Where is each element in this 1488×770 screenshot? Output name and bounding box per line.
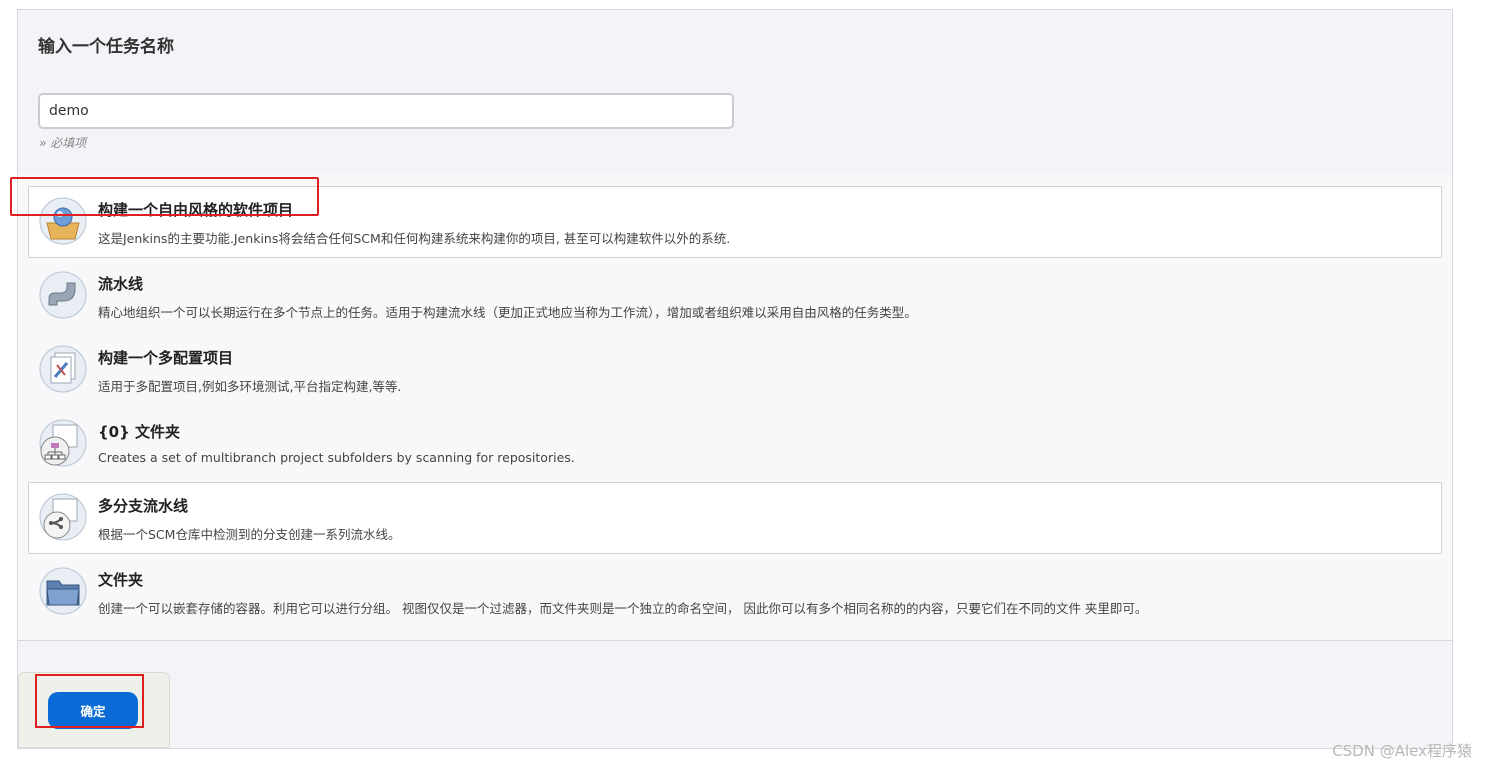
item-type-desc: 适用于多配置项目,例如多环境测试,平台指定构建,等等. (98, 379, 402, 394)
item-type-label: 构建一个多配置项目 (98, 349, 234, 367)
item-type-desc: 这是Jenkins的主要功能.Jenkins将会结合任何SCM和任何构建系统来构… (98, 231, 731, 246)
item-type-desc: 根据一个SCM仓库中检测到的分支创建一系列流水线。 (98, 527, 401, 542)
watermark: CSDN @Alex程序猿 (1332, 742, 1472, 760)
item-type-multi-config[interactable]: 构建一个多配置项目 适用于多配置项目,例如多环境测试,平台指定构建,等等. (28, 334, 1442, 406)
item-type-label: 多分支流水线 (98, 497, 189, 515)
pipeline-icon (39, 271, 87, 319)
highlight-annotation-ok (35, 674, 144, 728)
multi-config-project-icon (39, 345, 87, 393)
item-type-pipeline[interactable]: 流水线 精心地组织一个可以长期运行在多个节点上的任务。适用于构建流水线（更加正式… (28, 260, 1442, 332)
highlight-annotation-item (10, 177, 319, 216)
item-type-multibranch-pipeline[interactable]: 多分支流水线 根据一个SCM仓库中检测到的分支创建一系列流水线。 (28, 482, 1442, 554)
new-item-panel: 输入一个任务名称 » 必填项 构建一个自由风格的软件项目 这是Jenkins的主… (17, 9, 1453, 749)
item-name-section: 输入一个任务名称 » 必填项 (18, 10, 1452, 175)
folder-icon (39, 567, 87, 615)
organization-folder-icon (39, 419, 87, 467)
item-type-label: 文件夹 (98, 571, 144, 589)
item-type-organization-folder[interactable]: {0} 文件夹 Creates a set of multibranch pro… (28, 408, 1442, 480)
item-type-label: 流水线 (98, 275, 144, 293)
required-hint: » 必填项 (39, 136, 87, 150)
item-type-label: {0} 文件夹 (98, 423, 181, 441)
item-type-desc: 精心地组织一个可以长期运行在多个节点上的任务。适用于构建流水线（更加正式地应当称… (98, 305, 917, 320)
page-title: 输入一个任务名称 (38, 37, 174, 57)
item-type-list: 构建一个自由风格的软件项目 这是Jenkins的主要功能.Jenkins将会结合… (18, 174, 1452, 641)
multibranch-pipeline-icon (39, 493, 87, 541)
item-type-folder[interactable]: 文件夹 创建一个可以嵌套存储的容器。利用它可以进行分组。 视图仅仅是一个过滤器，… (28, 556, 1442, 628)
item-type-desc: 创建一个可以嵌套存储的容器。利用它可以进行分组。 视图仅仅是一个过滤器，而文件夹… (98, 601, 1148, 616)
item-name-input[interactable] (38, 93, 734, 129)
item-type-desc: Creates a set of multibranch project sub… (98, 450, 575, 465)
